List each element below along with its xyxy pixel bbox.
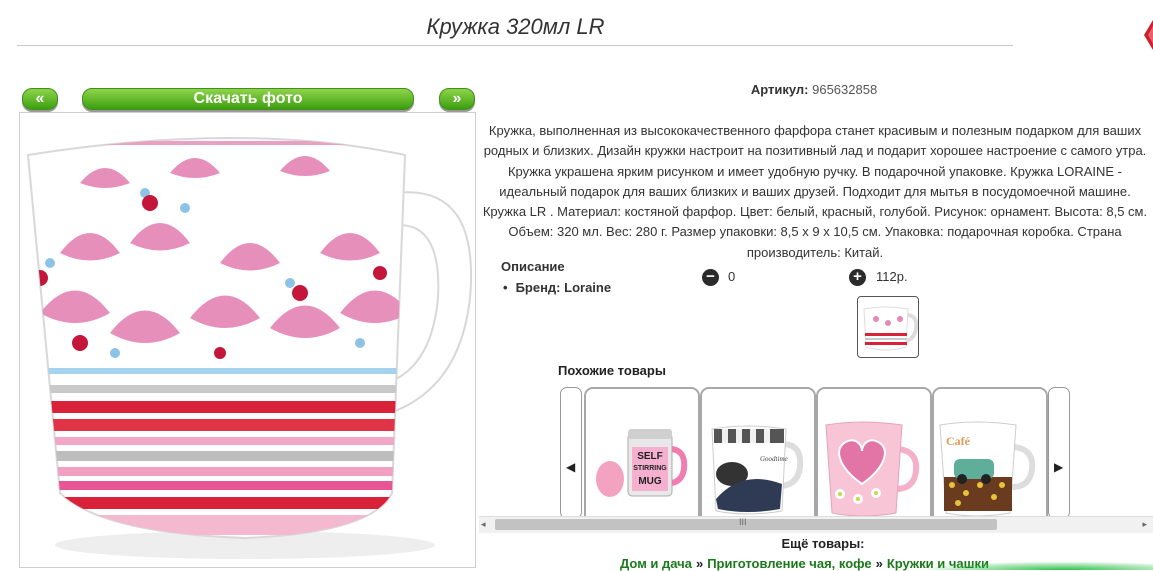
plus-circle-icon[interactable]: + <box>849 269 866 286</box>
product-photo[interactable] <box>19 112 476 568</box>
similar-product-card[interactable]: SELF STIRRING MUG <box>584 387 700 526</box>
scrollbar-thumb[interactable]: III <box>495 517 997 530</box>
breadcrumb-separator: » <box>695 556 704 571</box>
stirring-mug-label-2: STIRRING <box>633 465 667 472</box>
carousel-prev-button[interactable]: ◀ <box>560 387 582 519</box>
next-photo-button[interactable]: » <box>439 88 475 110</box>
cafe-label: Café <box>946 434 971 448</box>
horizontal-scrollbar[interactable]: ◂ III ▸ <box>479 516 1153 533</box>
arrow-right-icon: ▶ <box>1054 460 1064 474</box>
product-title: Кружка 320мл LR <box>426 14 605 39</box>
cafe-mug-image: Café <box>939 421 1036 517</box>
stirring-mug-label-1: SELF <box>637 451 663 462</box>
arrow-left-icon: ◀ <box>566 460 576 474</box>
similar-product-card[interactable] <box>816 387 932 526</box>
stirring-mug-image: SELF STIRRING MUG <box>596 429 688 497</box>
similar-product-card[interactable]: Café <box>932 387 1048 526</box>
similar-products-heading: Похожие товары <box>558 363 666 378</box>
goodtime-label: Goodtime <box>760 455 788 463</box>
scrollbar-grip-icon: III <box>739 517 747 527</box>
product-thumbnail[interactable] <box>857 296 919 358</box>
product-description: Кружка, выполненная из высококачественно… <box>482 123 1148 260</box>
carousel-next-button[interactable]: ▶ <box>1048 387 1070 519</box>
heart-mug-image <box>825 421 920 517</box>
mug-image <box>26 137 472 559</box>
similar-product-card[interactable]: Goodtime <box>700 387 816 526</box>
brand-spec: Бренд: Loraine <box>503 280 612 295</box>
download-photo-button[interactable]: Скачать фото <box>82 88 414 110</box>
specs-heading: Описание <box>501 259 565 274</box>
breadcrumb-link-tea[interactable]: Приготовление чая, кофе <box>707 556 871 571</box>
breadcrumb-separator: » <box>875 556 883 571</box>
mug-thumbnail-image <box>863 306 918 351</box>
scroll-right-icon[interactable]: ▸ <box>1142 519 1147 530</box>
scroll-left-icon[interactable]: ◂ <box>481 519 486 530</box>
article-label: Артикул: <box>750 82 809 97</box>
side-nav-icon[interactable] <box>1140 20 1153 50</box>
price: 112р. <box>876 269 908 284</box>
breadcrumb-link-home[interactable]: Дом и дача <box>620 556 692 571</box>
stirring-mug-label-3: MUG <box>638 476 662 487</box>
article-number: Артикул: 965632858 <box>700 82 928 97</box>
title-divider <box>17 45 1013 46</box>
corner-glow <box>928 562 1153 570</box>
minus-circle-icon[interactable]: − <box>702 269 719 286</box>
article-value: 965632858 <box>812 82 878 97</box>
goodtime-mug-image: Goodtime <box>711 425 804 515</box>
prev-photo-button[interactable]: « <box>22 88 58 110</box>
more-products-heading: Ещё товары: <box>781 536 865 551</box>
quantity-value: 0 <box>728 269 736 284</box>
